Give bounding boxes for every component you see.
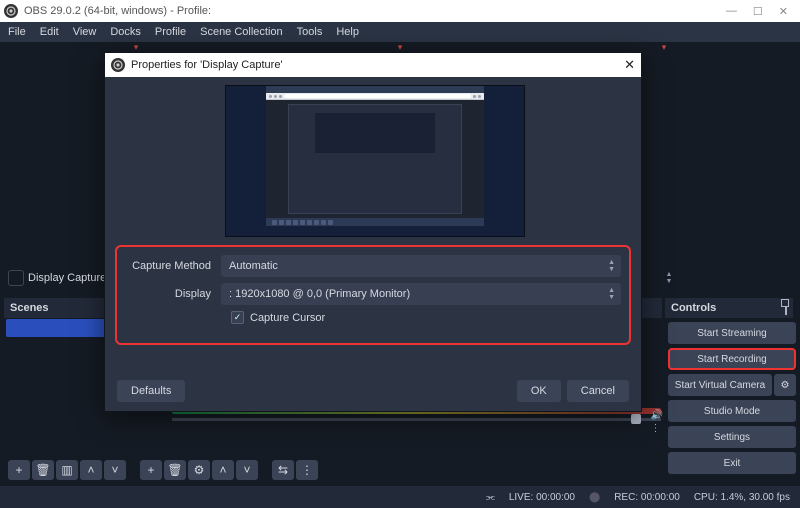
window-titlebar: OBS 29.0.2 (64-bit, windows) - Profile: …	[0, 0, 800, 22]
dialog-footer: Defaults OK Cancel	[105, 371, 641, 411]
menu-file[interactable]: File	[8, 26, 26, 38]
window-title: OBS 29.0.2 (64-bit, windows) - Profile:	[24, 5, 211, 17]
sources-toolbar: + 🗑 ⚙ ˄ ˅	[136, 460, 262, 480]
rec-dot-icon: ⬤	[589, 492, 600, 503]
dialog-close-button[interactable]: ✕	[624, 57, 635, 73]
status-bar: ⫘ LIVE: 00:00:00 ⬤ REC: 00:00:00 CPU: 1.…	[0, 486, 800, 508]
speaker-icon[interactable]: 🔊	[651, 410, 663, 421]
menu-docks[interactable]: Docks	[110, 26, 141, 38]
source-delete-button[interactable]: 🗑	[164, 460, 186, 480]
menu-edit[interactable]: Edit	[40, 26, 59, 38]
capture-method-value: Automatic	[229, 260, 278, 272]
scene-down-button[interactable]: ˅	[104, 460, 126, 480]
audio-more-icon[interactable]: ⋮	[651, 423, 663, 434]
dialog-body: Capture Method Automatic ▲▼ Display : 19…	[105, 77, 641, 371]
source-checkbox[interactable]	[8, 270, 24, 286]
network-icon: ⫘	[486, 492, 495, 503]
display-value: : 1920x1080 @ 0,0 (Primary Monitor)	[229, 288, 410, 300]
scene-delete-button[interactable]: 🗑	[32, 460, 54, 480]
menu-view[interactable]: View	[73, 26, 97, 38]
menu-help[interactable]: Help	[336, 26, 359, 38]
popout-icon[interactable]	[785, 302, 787, 314]
start-virtual-camera-button[interactable]: Start Virtual Camera	[668, 374, 772, 396]
menu-tools[interactable]: Tools	[297, 26, 323, 38]
close-button[interactable]: ✕	[779, 5, 788, 18]
audio-volume-slider[interactable]	[172, 418, 661, 421]
window-controls: — ☐ ✕	[726, 5, 796, 18]
capture-method-row: Capture Method Automatic ▲▼	[125, 255, 621, 277]
capture-method-label: Capture Method	[125, 260, 221, 272]
audio-icons: 🔊 ⋮	[651, 410, 663, 434]
bottom-toolbars: + 🗑 ▥ ˄ ˅ + 🗑 ⚙ ˄ ˅ ⇆ ⋮	[4, 458, 661, 482]
virtual-camera-settings-button[interactable]: ⚙	[774, 374, 796, 396]
cancel-button[interactable]: Cancel	[567, 380, 629, 402]
controls-label: Controls	[671, 302, 716, 314]
minimize-button[interactable]: —	[726, 5, 737, 18]
menu-profile[interactable]: Profile	[155, 26, 186, 38]
dialog-title: Properties for 'Display Capture'	[131, 59, 283, 71]
controls-column: Start Streaming Start Recording Start Vi…	[668, 322, 796, 474]
exit-button[interactable]: Exit	[668, 452, 796, 474]
preview-browser-window	[266, 86, 484, 226]
scene-add-button[interactable]: +	[8, 460, 30, 480]
capture-form-highlight: Capture Method Automatic ▲▼ Display : 19…	[115, 245, 631, 345]
obs-logo-icon	[111, 58, 125, 72]
ok-button[interactable]: OK	[517, 380, 561, 402]
properties-dialog: Properties for 'Display Capture' ✕ Captu…	[104, 52, 642, 412]
display-label: Display	[125, 288, 221, 300]
source-add-button[interactable]: +	[140, 460, 162, 480]
select-arrows-icon: ▲▼	[608, 259, 615, 273]
studio-mode-button[interactable]: Studio Mode	[668, 400, 796, 422]
capture-cursor-row: ✓ Capture Cursor	[231, 311, 621, 324]
obs-logo-icon	[4, 4, 18, 18]
rec-status: REC: 00:00:00	[614, 492, 680, 503]
scene-up-button[interactable]: ˄	[80, 460, 102, 480]
select-arrows-icon: ▲▼	[608, 287, 615, 301]
transition-settings-button[interactable]: ⇆	[272, 460, 294, 480]
menu-bar: File Edit View Docks Profile Scene Colle…	[0, 22, 800, 42]
source-up-button[interactable]: ˄	[212, 460, 234, 480]
source-updown-icon[interactable]: ▲▼	[662, 270, 676, 286]
transitions-toolbar: ⇆ ⋮	[268, 460, 322, 480]
timeline-markers: ▾▾▾	[4, 42, 796, 50]
scenes-toolbar: + 🗑 ▥ ˄ ˅	[4, 460, 130, 480]
settings-button[interactable]: Settings	[668, 426, 796, 448]
maximize-button[interactable]: ☐	[753, 5, 763, 18]
source-down-button[interactable]: ˅	[236, 460, 258, 480]
source-label: Display Capture	[28, 272, 106, 284]
live-status: LIVE: 00:00:00	[509, 492, 575, 503]
menu-scene-collection[interactable]: Scene Collection	[200, 26, 283, 38]
source-props-button[interactable]: ⚙	[188, 460, 210, 480]
dialog-titlebar: Properties for 'Display Capture' ✕	[105, 53, 641, 77]
start-streaming-button[interactable]: Start Streaming	[668, 322, 796, 344]
capture-cursor-label: Capture Cursor	[250, 312, 325, 324]
transition-more-button[interactable]: ⋮	[296, 460, 318, 480]
display-row: Display : 1920x1080 @ 0,0 (Primary Monit…	[125, 283, 621, 305]
capture-cursor-checkbox[interactable]: ✓	[231, 311, 244, 324]
capture-method-select[interactable]: Automatic ▲▼	[221, 255, 621, 277]
start-recording-button[interactable]: Start Recording	[668, 348, 796, 370]
capture-preview	[225, 85, 525, 237]
defaults-button[interactable]: Defaults	[117, 380, 185, 402]
display-select[interactable]: : 1920x1080 @ 0,0 (Primary Monitor) ▲▼	[221, 283, 621, 305]
controls-header: Controls	[665, 298, 793, 318]
cpu-status: CPU: 1.4%, 30.00 fps	[694, 492, 790, 503]
scene-filter-button[interactable]: ▥	[56, 460, 78, 480]
